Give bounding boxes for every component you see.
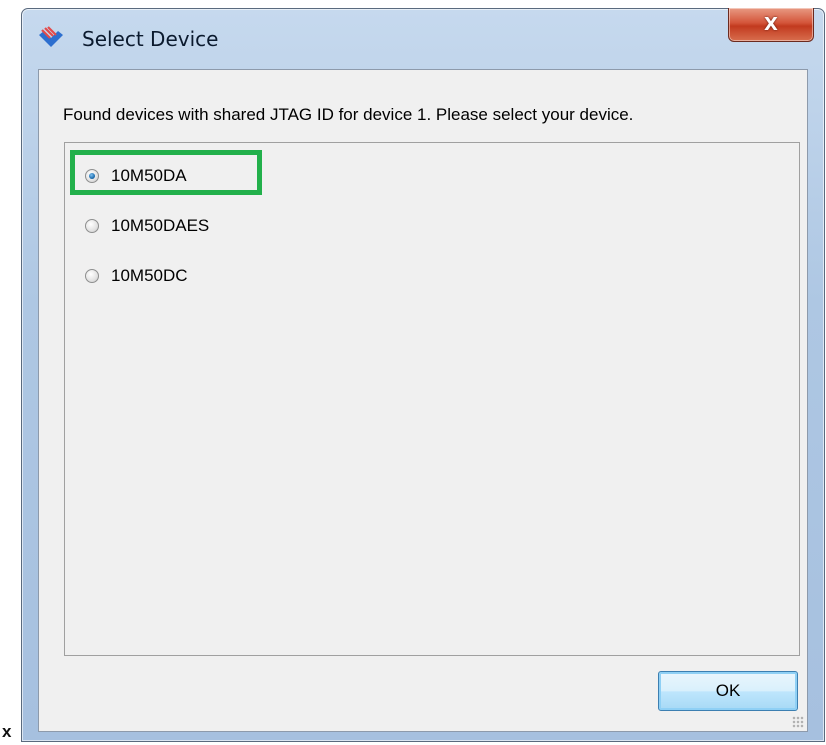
- device-option-label: 10M50DC: [111, 266, 188, 285]
- title-bar[interactable]: Select Device X: [22, 8, 824, 69]
- device-option-10m50daes[interactable]: 10M50DAES: [85, 215, 209, 237]
- close-icon: X: [764, 14, 778, 35]
- device-option-label: 10M50DAES: [111, 216, 210, 235]
- select-device-window: Select Device X Found devices with share…: [21, 8, 825, 742]
- app-icon: [39, 26, 63, 47]
- window-title: Select Device: [82, 27, 219, 51]
- device-option-label: 10M50DA: [111, 166, 187, 185]
- resize-grip-icon[interactable]: [792, 716, 804, 728]
- instruction-text: Found devices with shared JTAG ID for de…: [63, 105, 634, 124]
- radio-button-icon[interactable]: [85, 269, 99, 283]
- close-button[interactable]: X: [728, 8, 814, 42]
- ok-button[interactable]: OK: [658, 671, 798, 711]
- device-option-10m50da[interactable]: 10M50DA: [85, 165, 187, 187]
- device-option-10m50dc[interactable]: 10M50DC: [85, 265, 188, 287]
- stray-x-glyph: x: [2, 722, 12, 741]
- dialog-client-area: Found devices with shared JTAG ID for de…: [38, 69, 808, 732]
- radio-button-checked-icon[interactable]: [85, 169, 99, 183]
- radio-button-icon[interactable]: [85, 219, 99, 233]
